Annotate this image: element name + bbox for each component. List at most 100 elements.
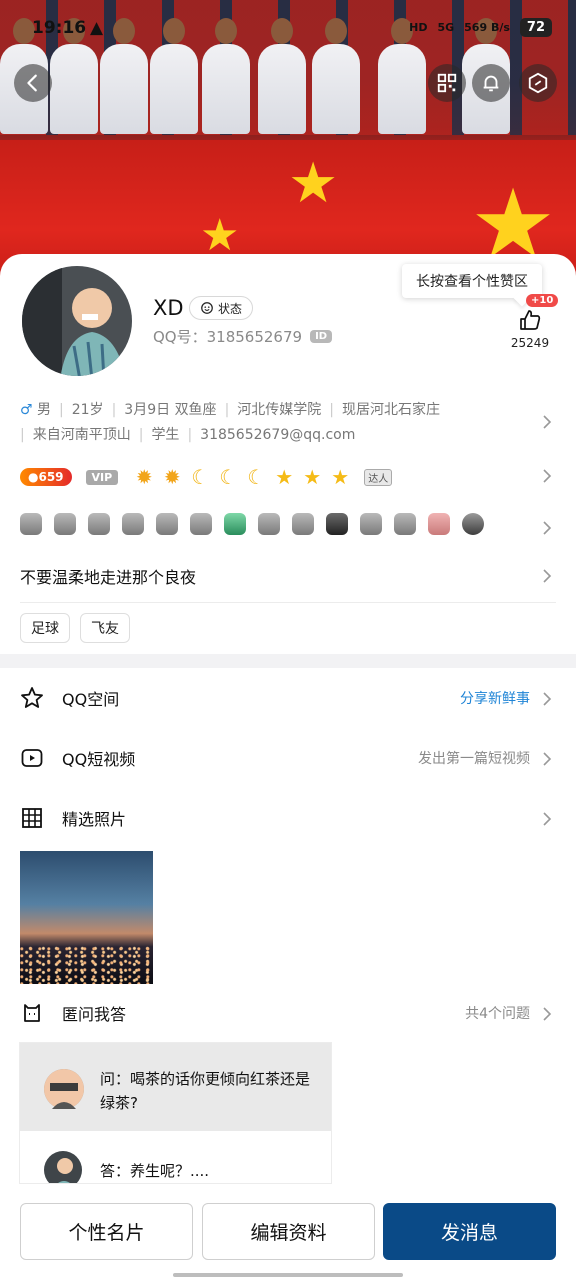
game-badge-icon [122, 513, 144, 535]
moon-level-icon: ☾ [191, 465, 210, 489]
net-speed: 569 B/s [464, 21, 510, 34]
diamond-badge-icon [88, 513, 110, 535]
chevron-right-icon[interactable] [540, 568, 554, 583]
school: 河北传媒学院 [237, 402, 322, 418]
interest-tag[interactable]: 飞友 [80, 613, 130, 643]
id-badge[interactable]: ID [310, 330, 333, 343]
qr-code-button[interactable] [428, 64, 466, 102]
battery-indicator: 72 [519, 18, 552, 37]
cat-box-icon [20, 1001, 44, 1025]
gender: 男 [37, 402, 52, 418]
vip-badge: VIP [85, 469, 119, 485]
star-icon [20, 686, 44, 710]
daren-badge: 达人 [364, 468, 393, 486]
like-tooltip: 长按查看个性赞区 [402, 264, 542, 298]
video-icon [20, 746, 44, 770]
featured-photo[interactable] [20, 851, 153, 984]
question-text: 问：喝茶的话你更倾向红茶还是绿茶? [100, 1070, 311, 1112]
level-value: 659 [38, 470, 64, 484]
hd-indicator: HD [409, 21, 428, 34]
row-photos[interactable]: 精选照片 [0, 798, 576, 838]
cover-figure [202, 18, 250, 134]
settings-button[interactable] [519, 64, 557, 102]
chevron-right-icon[interactable] [540, 414, 554, 429]
cover-figure [378, 18, 426, 134]
chevron-right-icon[interactable] [540, 520, 554, 535]
status-alert-icon: ▲ [90, 18, 104, 38]
diamond-badge-icon [360, 513, 382, 535]
avatar-image [22, 266, 132, 376]
chevron-right-icon [540, 1006, 554, 1021]
status-chip-label: 状态 [218, 301, 243, 316]
hexagon-settings-icon [528, 72, 548, 94]
row-short-video-aside: 发出第一篇短视频 [418, 751, 530, 767]
qq-number: QQ号：3185652679 [153, 328, 303, 346]
age: 21岁 [71, 402, 104, 418]
profile-info[interactable]: ♂ 男 | 21岁 | 3月9日 双鱼座 | 河北传媒学院 | 现居河北石家庄 | 来自河南平顶山… [20, 398, 500, 448]
chevron-right-icon [540, 691, 554, 706]
star-level-icon: ★ [275, 465, 294, 489]
moon-level-icon: ☾ [219, 465, 238, 489]
section-gap [0, 654, 576, 668]
photo-city-lights [20, 946, 153, 984]
row-qzone-label: QQ空间 [62, 690, 120, 709]
row-qzone-aside: 分享新鲜事 [460, 691, 530, 707]
diamond-badge-icon [224, 513, 246, 535]
row-anonymous-qa[interactable]: 匿问我答 共4个问题 [0, 993, 576, 1033]
birthday: 3月9日 [124, 402, 171, 418]
cover-figure [50, 18, 98, 134]
home-indicator[interactable] [173, 1273, 403, 1277]
sun-level-icon: ✹ [135, 465, 153, 489]
row-qzone[interactable]: QQ空间 分享新鲜事 [0, 678, 576, 718]
back-button[interactable] [14, 64, 52, 102]
star-level-icon: ★ [331, 465, 350, 489]
cover-figure [100, 18, 148, 134]
like-button[interactable]: +10 25249 [506, 294, 559, 350]
qr-code-icon [437, 73, 457, 93]
signature[interactable]: 不要温柔地走进那个良夜 [20, 564, 196, 588]
profile-info-line-1: ♂ 男 | 21岁 | 3月9日 双鱼座 | 河北传媒学院 | 现居河北石家庄 [20, 402, 440, 418]
residence: 现居河北石家庄 [342, 402, 440, 418]
email: 3185652679@qq.com [200, 427, 356, 443]
row-short-video-label: QQ短视频 [62, 750, 136, 769]
send-message-button[interactable]: 发消息 [383, 1203, 556, 1260]
level-badges-row[interactable]: ● 659 VIP ✹ ✹ ☾ ☾ ☾ ★ ★ ★ 达人 [20, 465, 393, 489]
avatar[interactable] [20, 264, 134, 378]
occupation: 学生 [151, 427, 180, 443]
answer-text: 答：养生呢？.... [100, 1162, 210, 1180]
profile-card-button[interactable]: 个性名片 [20, 1203, 193, 1260]
status-time: 19:16 [32, 18, 87, 38]
row-anonymous-qa-aside: 共4个问题 [465, 1006, 530, 1022]
moon-level-icon: ☾ [247, 465, 266, 489]
zodiac: 双鱼座 [174, 402, 217, 418]
chevron-right-icon[interactable] [540, 468, 554, 483]
divider [20, 602, 556, 603]
back-arrow-icon [27, 74, 37, 92]
heart-badge-icon [156, 513, 178, 535]
cover-figure [312, 18, 360, 134]
row-photos-label: 精选照片 [62, 810, 127, 829]
status-bar: 19:16 ▲ HD 5G 569 B/s 72 [0, 18, 576, 44]
penguin-badge-icon [326, 513, 348, 535]
qq-number-line: QQ号：3185652679 ID [153, 326, 333, 347]
chevron-right-icon [540, 751, 554, 766]
game-icons-row[interactable] [20, 513, 492, 535]
star-level-icon: ★ [303, 465, 322, 489]
cloud-badge-icon [394, 513, 416, 535]
qa-card[interactable]: 问：喝茶的话你更倾向红茶还是绿茶? 答：养生呢？.... [19, 1042, 332, 1184]
hometown: 来自河南平顶山 [32, 427, 131, 443]
sun-level-icon: ✹ [163, 465, 181, 489]
interest-tag[interactable]: 足球 [20, 613, 70, 643]
like-plus-badge: +10 [526, 294, 559, 307]
edit-profile-button[interactable]: 编辑资料 [202, 1203, 375, 1260]
level-badge: ● 659 [20, 468, 72, 486]
game-badge-icon [258, 513, 280, 535]
status-chip[interactable]: 状态 [189, 296, 254, 320]
grid-icon [20, 806, 44, 830]
signal-indicator: 5G [437, 21, 455, 34]
row-short-video[interactable]: QQ短视频 发出第一篇短视频 [0, 738, 576, 778]
notification-button[interactable] [472, 64, 510, 102]
flag-star-icon: ★ [288, 151, 339, 216]
question-avatar [44, 1069, 84, 1109]
like-count: 25249 [510, 336, 550, 350]
